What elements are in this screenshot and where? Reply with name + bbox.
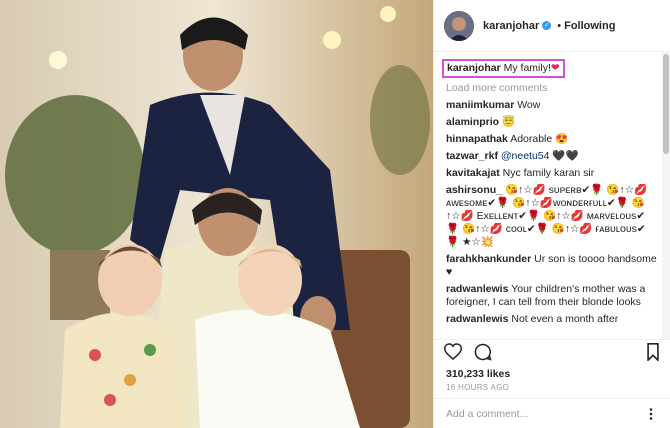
comment: alaminprio 😇 bbox=[446, 116, 658, 129]
heart-icon-svg bbox=[443, 343, 463, 360]
header-separator: • bbox=[557, 19, 562, 32]
caption: karanjohar My family!❤ bbox=[442, 59, 565, 78]
comment-icon[interactable] bbox=[474, 343, 492, 366]
likes-count[interactable]: 310,233 likes bbox=[434, 368, 670, 380]
following-button[interactable]: Following bbox=[564, 20, 615, 32]
comment-username[interactable]: radwanlewis bbox=[446, 283, 508, 295]
comment-username[interactable]: kavitakajat bbox=[446, 167, 500, 179]
comment-username[interactable]: tazwar_rkf bbox=[446, 150, 498, 162]
add-comment-bar: Add a comment... bbox=[434, 398, 670, 428]
caption-username[interactable]: karanjohar bbox=[447, 62, 501, 74]
comment-icon-svg bbox=[474, 343, 492, 361]
comment: tazwar_rkf @neetu54 🖤🖤 bbox=[446, 150, 658, 163]
comment: maniimkumar Wow bbox=[446, 99, 658, 112]
comment-text: Adorable 😍 bbox=[510, 133, 569, 145]
comment: kavitakajat Nyc family karan sir bbox=[446, 167, 658, 180]
comment-username[interactable]: farahkhankunder bbox=[446, 253, 531, 265]
comment: farahkhankunder Ur son is toooo handsome… bbox=[446, 253, 658, 279]
post-photo[interactable] bbox=[0, 0, 433, 428]
comment-username[interactable]: maniimkumar bbox=[446, 99, 514, 111]
post-timestamp: 16 HOURS AGO bbox=[446, 383, 510, 392]
comment-text: Not even a month after bbox=[511, 313, 619, 325]
verified-badge-icon: ✓ bbox=[542, 21, 552, 30]
comment-text: Nyc family karan sir bbox=[502, 167, 595, 179]
heart-icon[interactable] bbox=[443, 343, 463, 365]
heart-emoji-icon: ❤ bbox=[550, 62, 560, 74]
post-header: karanjohar ✓ • Following bbox=[434, 0, 670, 52]
family-photo-image bbox=[0, 0, 433, 428]
load-more-comments-link[interactable]: Load more comments bbox=[446, 82, 658, 94]
comment: hinnapathak Adorable 😍 bbox=[446, 133, 658, 146]
comments-scrollbar[interactable] bbox=[662, 52, 670, 339]
comment-username[interactable]: alaminprio bbox=[446, 116, 499, 128]
add-comment-input[interactable]: Add a comment... bbox=[446, 408, 644, 420]
instagram-post: karanjohar ✓ • Following karanjohar My f… bbox=[0, 0, 670, 428]
more-options-icon[interactable] bbox=[644, 407, 658, 421]
comment-mention-link[interactable]: @neetu54 bbox=[501, 150, 550, 162]
bookmark-icon[interactable] bbox=[646, 342, 660, 366]
caption-text: My family! bbox=[503, 62, 551, 74]
avatar-image bbox=[444, 10, 474, 41]
avatar[interactable] bbox=[444, 10, 474, 41]
comment-text: Wow bbox=[517, 99, 541, 111]
comment: ashirsonu_ 😘↑☆💋 sᴜᴘᴇʀʙ✔🌹 😘↑☆💋 ᴀᴡᴇsᴏᴍᴇ✔🌹 … bbox=[446, 184, 658, 249]
bookmark-icon-svg bbox=[647, 342, 659, 362]
comment-username[interactable]: ashirsonu_ bbox=[446, 184, 502, 196]
comment: radwanlewis Your children's mother was a… bbox=[446, 283, 658, 309]
comment-text: 🖤🖤 bbox=[552, 150, 579, 162]
scrollbar-thumb[interactable] bbox=[663, 54, 669, 154]
comments-list[interactable]: karanjohar My family!❤ Load more comment… bbox=[434, 52, 670, 339]
comment-username[interactable]: hinnapathak bbox=[446, 133, 508, 145]
header-username[interactable]: karanjohar bbox=[483, 20, 539, 32]
comment-username[interactable]: radwanlewis bbox=[446, 313, 508, 325]
comment: radwanlewis Not even a month after bbox=[446, 313, 658, 326]
post-sidebar: karanjohar ✓ • Following karanjohar My f… bbox=[433, 0, 670, 428]
comment-text: 😇 bbox=[502, 116, 516, 128]
action-bar bbox=[434, 339, 670, 368]
